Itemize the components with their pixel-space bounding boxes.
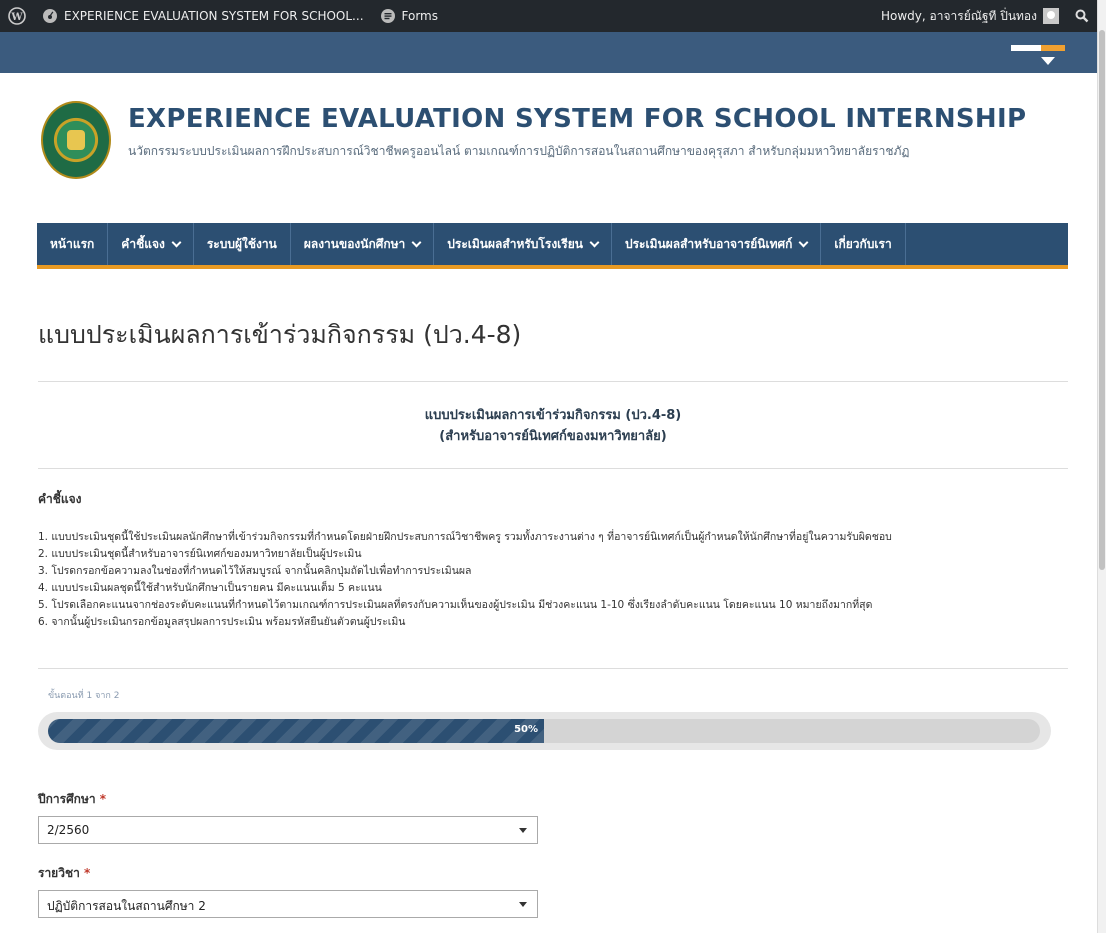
admin-bar-greeting: Howdy, อาจารย์ณัฐที ปิ่นทอง xyxy=(881,8,1037,23)
chevron-down-icon xyxy=(589,237,600,247)
page-title: แบบประเมินผลการเข้าร่วมกิจกรรม (ปว.4-8) xyxy=(38,320,522,349)
divider xyxy=(38,381,1068,382)
page-scrollbar[interactable] xyxy=(1097,0,1106,933)
form-title-line1: แบบประเมินผลการเข้าร่วมกิจกรรม (ปว.4-8) xyxy=(424,408,682,423)
wordpress-logo-icon[interactable]: W xyxy=(0,0,34,32)
menu-toggle[interactable] xyxy=(1011,45,1065,65)
chevron-down-icon xyxy=(411,237,422,247)
field-label-course: รายวิชา * xyxy=(38,864,90,883)
progress-bar: 50% xyxy=(38,712,1051,750)
nav-item-home[interactable]: หน้าแรก xyxy=(37,223,109,265)
instruction-item: 3. โปรดกรอกข้อความลงในช่องที่กำหนดไว้ให้… xyxy=(38,565,472,577)
form-title: แบบประเมินผลการเข้าร่วมกิจกรรม (ปว.4-8) … xyxy=(38,405,1068,447)
divider xyxy=(38,668,1068,669)
search-icon xyxy=(1075,9,1089,23)
admin-bar-site-name: EXPERIENCE EVALUATION SYSTEM FOR SCHOOL.… xyxy=(64,9,364,23)
site-description: นวัตกรรมระบบประเมินผลการฝึกประสบการณ์วิช… xyxy=(128,144,910,158)
admin-bar-forms-link[interactable]: Forms xyxy=(372,0,446,32)
field-label-text: ปีการศึกษา xyxy=(38,792,96,806)
dashboard-icon xyxy=(42,8,58,24)
site-title[interactable]: EXPERIENCE EVALUATION SYSTEM FOR SCHOOL … xyxy=(128,104,1026,134)
nav-item-about[interactable]: เกี่ยวกับเรา xyxy=(821,223,906,265)
admin-bar-site-link[interactable]: EXPERIENCE EVALUATION SYSTEM FOR SCHOOL.… xyxy=(34,0,372,32)
admin-bar-account[interactable]: Howdy, อาจารย์ณัฐที ปิ่นทอง xyxy=(873,0,1067,32)
nav-item-label: ประเมินผลสำหรับอาจารย์นิเทศก์ xyxy=(624,236,793,251)
nav-item-label: หน้าแรก xyxy=(50,236,95,251)
forms-icon xyxy=(380,8,396,24)
instruction-item: 5. โปรดเลือกคะแนนจากช่องระดับคะแนนที่กำห… xyxy=(38,599,873,611)
academic-year-select[interactable]: 2/2560 xyxy=(38,816,538,844)
admin-bar-forms-label: Forms xyxy=(401,9,438,23)
chevron-down-icon xyxy=(1041,57,1055,65)
dropdown-arrow-icon xyxy=(519,902,527,907)
instruction-item: 4. แบบประเมินผลชุดนี้ใช้สำหรับนักศึกษาเป… xyxy=(38,582,382,594)
nav-item-label: ระบบผู้ใช้งาน xyxy=(206,236,277,251)
site-header: EXPERIENCE EVALUATION SYSTEM FOR SCHOOL … xyxy=(0,73,1097,223)
toggle-bar xyxy=(1011,45,1065,51)
divider xyxy=(38,468,1068,469)
svg-text:W: W xyxy=(10,12,23,23)
scrollbar-thumb[interactable] xyxy=(1099,30,1105,570)
nav-item-label: ประเมินผลสำหรับโรงเรียน xyxy=(447,236,583,251)
nav-item-school-evaluation[interactable]: ประเมินผลสำหรับโรงเรียน xyxy=(434,223,612,265)
nav-item-label: คำชี้แจง xyxy=(121,236,165,251)
instructions-heading: คำชี้แจง xyxy=(38,492,82,506)
progress-track: 50% xyxy=(48,719,1040,743)
avatar xyxy=(1043,8,1059,24)
instruction-item: 1. แบบประเมินชุดนี้ใช้ประเมินผลนักศึกษาท… xyxy=(38,531,892,543)
nav-accent-line xyxy=(37,265,1068,269)
instructions-list: 1. แบบประเมินชุดนี้ใช้ประเมินผลนักศึกษาท… xyxy=(38,529,892,631)
nav-item-label: เกี่ยวกับเรา xyxy=(834,236,892,251)
step-indicator: ขั้นตอนที่ 1 จาก 2 xyxy=(48,691,120,701)
form-title-line2: (สำหรับอาจารย์นิเทศก์ของมหาวิทยาลัย) xyxy=(439,429,667,444)
admin-bar-search[interactable] xyxy=(1067,0,1097,32)
field-label-text: รายวิชา xyxy=(38,866,80,880)
chevron-down-icon xyxy=(798,237,809,247)
nav-item-instructions[interactable]: คำชี้แจง xyxy=(108,223,194,265)
nav-item-supervisor-evaluation[interactable]: ประเมินผลสำหรับอาจารย์นิเทศก์ xyxy=(612,223,822,265)
nav-item-label: ผลงานของนักศึกษา xyxy=(303,236,406,251)
nav-item-student-works[interactable]: ผลงานของนักศึกษา xyxy=(291,223,435,265)
select-value: ปฏิบัติการสอนในสถานศึกษา 2 xyxy=(47,899,206,913)
course-select[interactable]: ปฏิบัติการสอนในสถานศึกษา 2 xyxy=(38,890,538,918)
field-label-academic-year: ปีการศึกษา * xyxy=(38,790,106,809)
progress-fill: 50% xyxy=(48,719,544,743)
main-nav: หน้าแรก คำชี้แจง ระบบผู้ใช้งาน ผลงานของน… xyxy=(37,223,1068,265)
nav-item-user-system[interactable]: ระบบผู้ใช้งาน xyxy=(194,223,291,265)
instruction-item: 2. แบบประเมินชุดนี้สำหรับอาจารย์นิเทศก์ข… xyxy=(38,548,362,560)
top-strip xyxy=(0,32,1097,73)
dropdown-arrow-icon xyxy=(519,828,527,833)
select-value: 2/2560 xyxy=(47,823,90,837)
admin-bar: W EXPERIENCE EVALUATION SYSTEM FOR SCHOO… xyxy=(0,0,1097,32)
chevron-down-icon xyxy=(171,237,182,247)
progress-percent: 50% xyxy=(514,724,538,735)
required-mark: * xyxy=(99,792,107,806)
required-mark: * xyxy=(84,866,91,880)
university-seal-logo[interactable] xyxy=(41,101,111,179)
instruction-item: 6. จากนั้นผู้ประเมินกรอกข้อมูลสรุปผลการป… xyxy=(38,616,406,628)
